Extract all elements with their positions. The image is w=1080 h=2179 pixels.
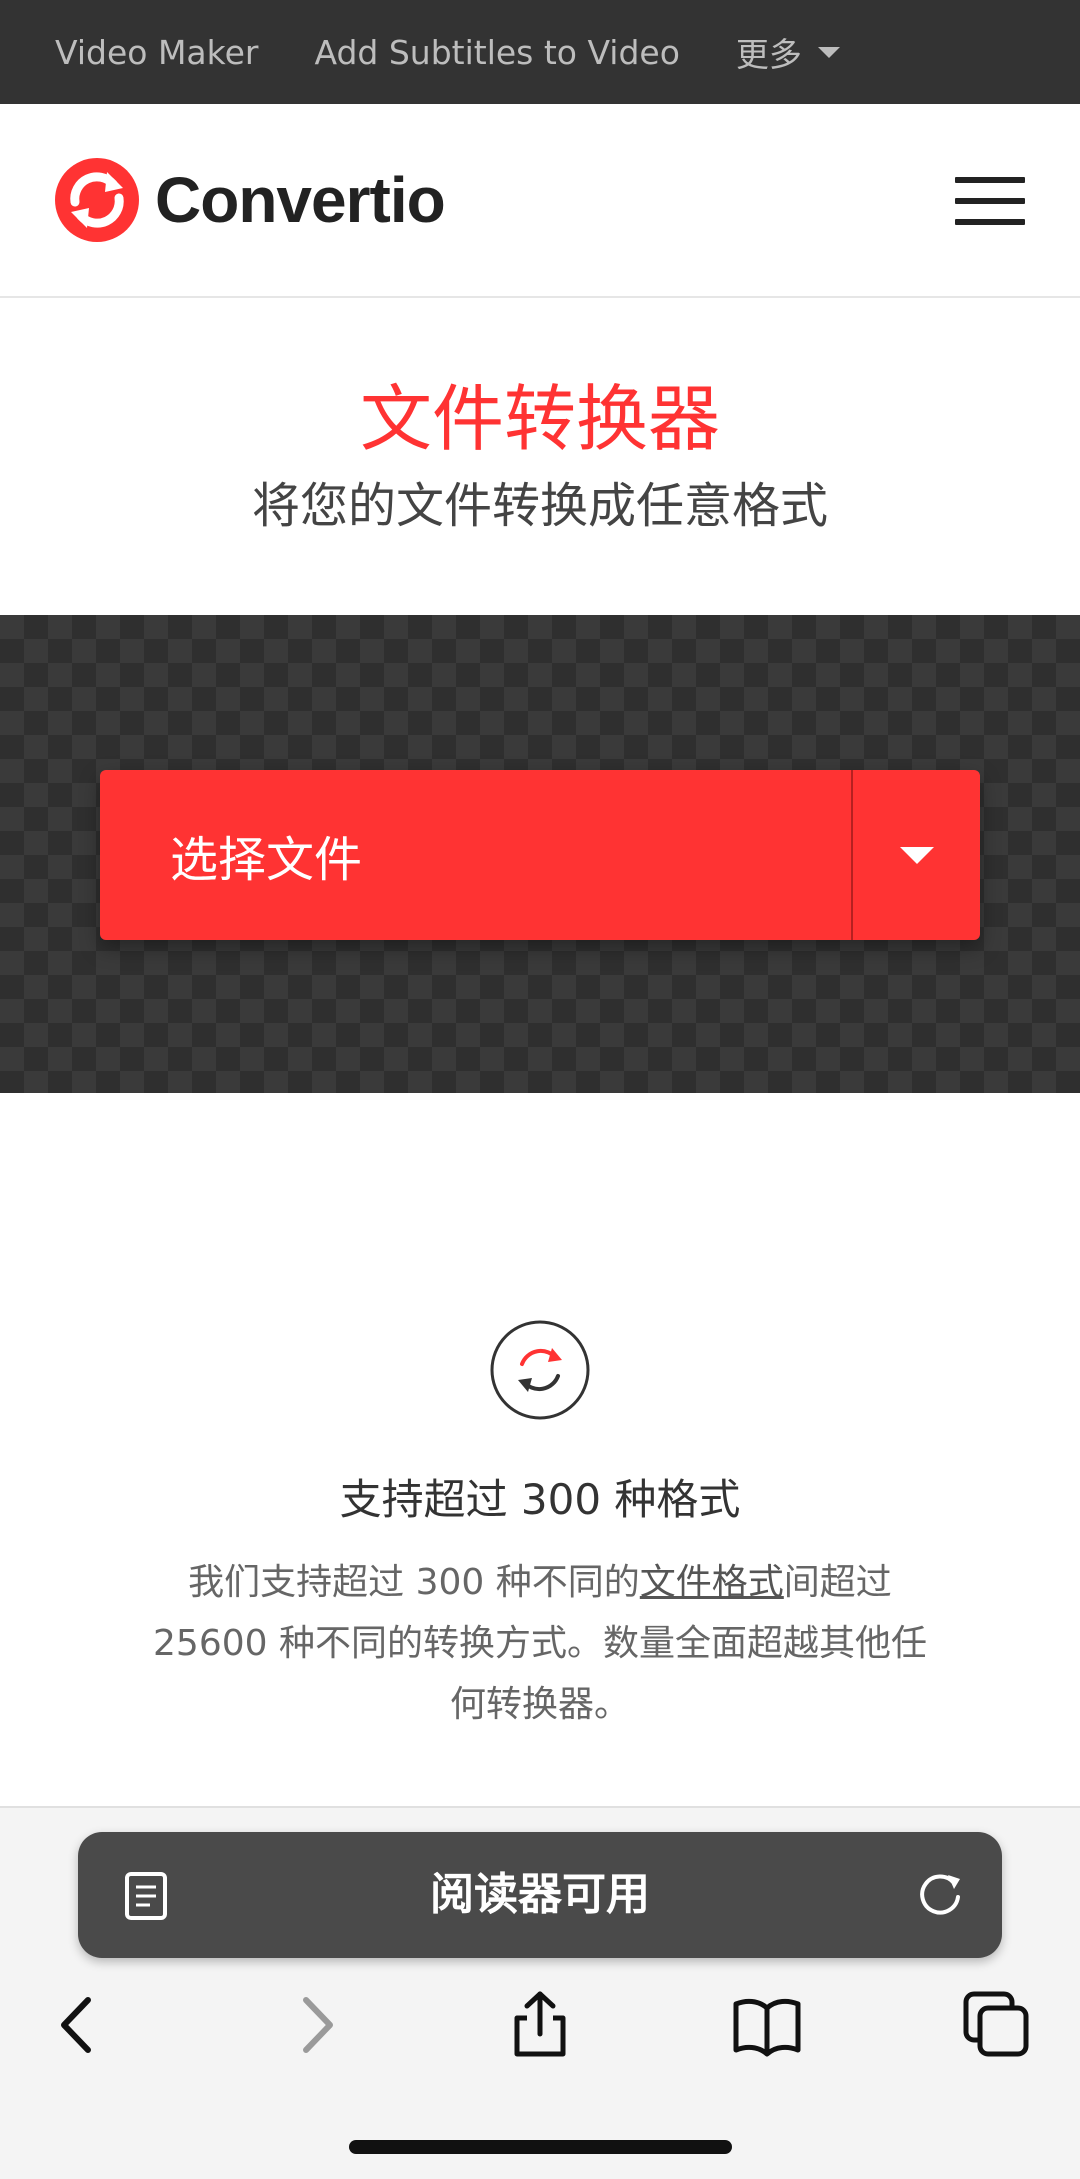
home-indicator[interactable] xyxy=(349,2140,732,2154)
choose-file-button[interactable]: 选择文件 xyxy=(100,770,980,940)
feature-title: 支持超过 300 种格式 xyxy=(339,1475,741,1524)
reader-available-label: 阅读器可用 xyxy=(430,1869,650,1920)
convert-refresh-icon xyxy=(490,1320,590,1420)
triangle-down-icon xyxy=(899,846,934,864)
feature-desc-part1: 我们支持超过 300 种不同的 xyxy=(188,1562,640,1603)
share-icon[interactable] xyxy=(505,1990,575,2060)
choose-file-label: 选择文件 xyxy=(170,832,363,888)
page-subtitle: 将您的文件转换成任意格式 xyxy=(251,478,828,534)
upload-area: 选择文件 xyxy=(0,615,1080,1093)
top-nav: Video Maker Add Subtitles to Video 更多 xyxy=(0,0,1080,104)
source-dropdown-button[interactable] xyxy=(853,770,980,940)
forward-icon[interactable] xyxy=(280,1990,350,2060)
bookmarks-icon[interactable] xyxy=(732,1990,802,2060)
nav-link-add-subtitles[interactable]: Add Subtitles to Video xyxy=(314,33,679,72)
convertio-logo-icon[interactable] xyxy=(55,158,139,242)
reload-icon[interactable] xyxy=(914,1869,966,1921)
nav-more-label: 更多 xyxy=(735,35,802,74)
feature-description: 我们支持超过 300 种不同的文件格式间超过 25600 种不同的转换方式。数量… xyxy=(140,1552,940,1735)
file-formats-link[interactable]: 文件格式 xyxy=(640,1562,784,1603)
caret-down-icon xyxy=(817,46,840,58)
brand-name[interactable]: Convertio xyxy=(155,163,446,237)
nav-link-video-maker[interactable]: Video Maker xyxy=(55,33,258,72)
reader-available-bar[interactable]: 阅读器可用 xyxy=(78,1832,1002,1958)
site-header: Convertio xyxy=(0,104,1080,298)
tabs-icon[interactable] xyxy=(962,1990,1032,2060)
hamburger-menu-icon[interactable] xyxy=(955,177,1025,225)
nav-more-dropdown[interactable]: 更多 xyxy=(736,28,840,76)
page-title: 文件转换器 xyxy=(359,377,720,461)
back-icon[interactable] xyxy=(44,1990,114,2060)
